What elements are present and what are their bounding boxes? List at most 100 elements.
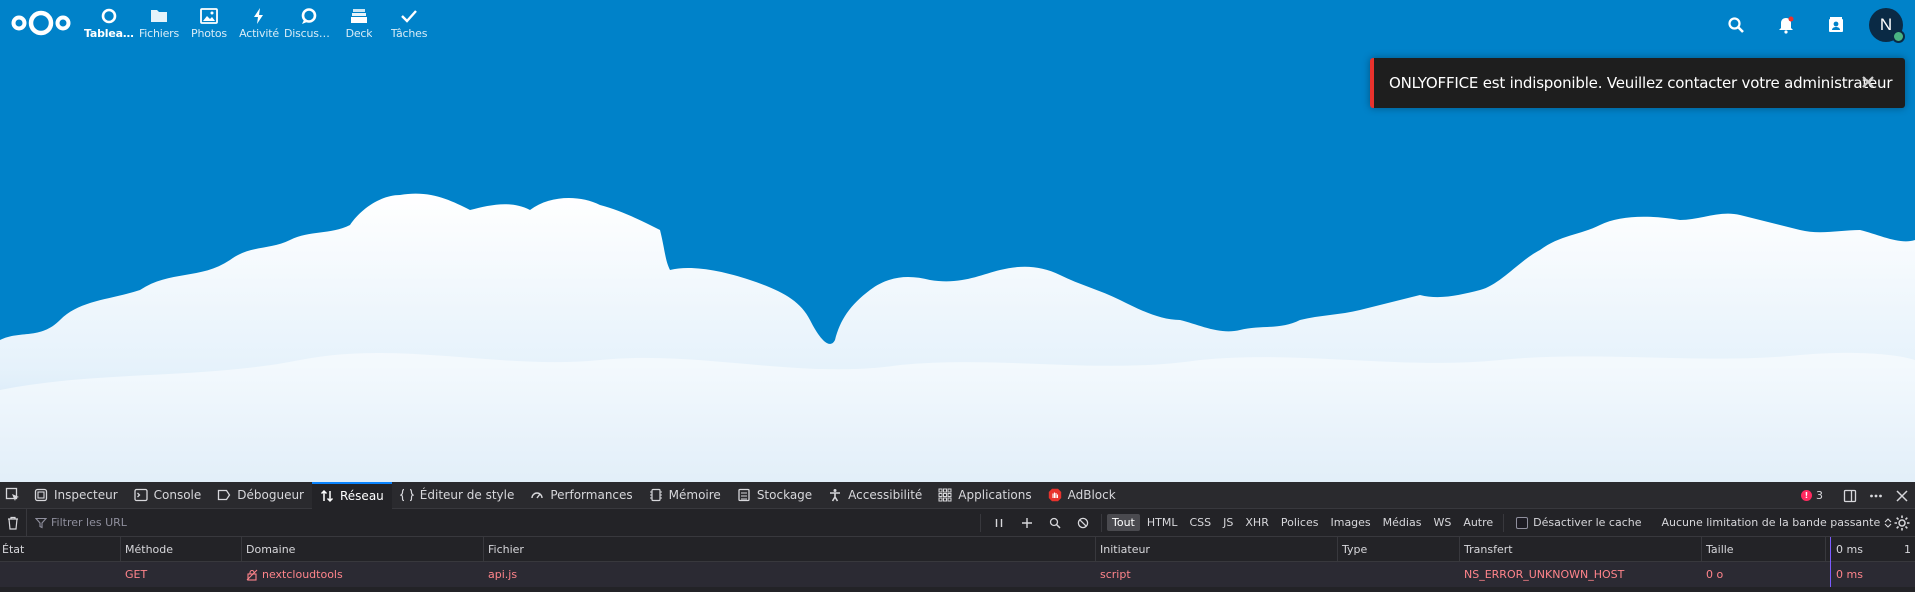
type-filter-js[interactable]: JS xyxy=(1218,514,1238,531)
search-button[interactable] xyxy=(1711,3,1761,47)
type-filter-html[interactable]: HTML xyxy=(1142,514,1183,531)
app-deck[interactable]: Deck xyxy=(334,0,384,50)
divider xyxy=(1101,513,1102,532)
accessibility-icon xyxy=(830,489,841,502)
search-button[interactable] xyxy=(1041,509,1069,537)
column-header-transfer[interactable]: Transfert xyxy=(1460,536,1702,562)
type-filter-all[interactable]: Tout xyxy=(1107,514,1140,531)
tab-label: AdBlock xyxy=(1067,488,1116,502)
cell-method: GET xyxy=(125,568,148,581)
error-count: 3 xyxy=(1816,489,1823,502)
app-label: Tableau... xyxy=(84,27,134,40)
more-icon xyxy=(1870,494,1882,497)
cell-initiator[interactable]: script xyxy=(1096,562,1338,587)
app-talk[interactable]: Discuss... xyxy=(284,0,334,50)
gear-icon[interactable] xyxy=(1893,514,1911,532)
tab-performance[interactable]: Performances xyxy=(522,482,640,509)
type-filter-images[interactable]: Images xyxy=(1325,514,1375,531)
tab-storage[interactable]: Stockage xyxy=(729,482,820,509)
contacts-icon xyxy=(1829,17,1843,32)
filter-icon xyxy=(35,517,47,528)
type-filter-xhr[interactable]: XHR xyxy=(1240,514,1273,531)
domain-text: nextcloudtools xyxy=(262,568,343,581)
nextcloud-logo[interactable] xyxy=(10,8,72,38)
type-filter-other[interactable]: Autre xyxy=(1458,514,1498,531)
disable-cache-toggle[interactable]: Désactiver le cache xyxy=(1516,516,1642,529)
user-avatar[interactable]: N xyxy=(1869,8,1905,43)
block-button[interactable] xyxy=(1069,509,1097,537)
tab-console[interactable]: Console xyxy=(126,482,210,509)
column-header-type[interactable]: Type xyxy=(1338,536,1460,562)
waterfall-marker xyxy=(1830,562,1831,587)
tab-adblock[interactable]: AdBlock xyxy=(1040,482,1124,509)
column-header-domain[interactable]: Domaine xyxy=(242,536,484,562)
column-header-initiator[interactable]: Initiateur xyxy=(1096,536,1338,562)
app-photos[interactable]: Photos xyxy=(184,0,234,50)
type-filter-ws[interactable]: WS xyxy=(1428,514,1456,531)
notifications-button[interactable] xyxy=(1761,3,1811,47)
divider xyxy=(1503,513,1505,532)
app-dashboard[interactable]: Tableau... xyxy=(84,0,134,50)
url-filter-input[interactable] xyxy=(51,516,751,529)
throttle-select[interactable]: Aucune limitation de la bande passante xyxy=(1662,516,1893,529)
talk-icon xyxy=(301,8,317,24)
app-tasks[interactable]: Tâches xyxy=(384,0,434,50)
applications-icon xyxy=(938,488,952,502)
insecure-icon xyxy=(246,569,258,581)
tab-label: Console xyxy=(153,488,202,502)
tab-inspector[interactable]: Inspecteur xyxy=(26,482,126,509)
cell-type xyxy=(1338,562,1460,587)
column-header-status[interactable]: État xyxy=(0,536,121,562)
tab-memory[interactable]: Mémoire xyxy=(641,482,729,509)
tab-style-editor[interactable]: Éditeur de style xyxy=(392,482,523,509)
network-icon xyxy=(320,489,334,503)
app-label: Discuss... xyxy=(284,27,334,40)
tab-label: Stockage xyxy=(756,488,813,502)
header-right: N xyxy=(1711,0,1915,50)
network-toolbar: Tout HTML CSS JS XHR Polices Images Médi… xyxy=(0,508,1915,537)
type-filter-css[interactable]: CSS xyxy=(1185,514,1217,531)
close-icon xyxy=(1896,489,1908,502)
chevron-updown-icon xyxy=(1884,517,1892,528)
disable-cache-label: Désactiver le cache xyxy=(1533,516,1642,529)
column-header-file[interactable]: Fichier xyxy=(484,536,1096,562)
type-filter-media[interactable]: Médias xyxy=(1378,514,1427,531)
more-options-button[interactable] xyxy=(1863,482,1889,509)
column-header-waterfall[interactable]: 0 ms 1 xyxy=(1826,536,1915,562)
table-row[interactable]: GET nextcloudtools api.js script NS_ERRO… xyxy=(0,562,1915,587)
close-icon[interactable] xyxy=(1859,73,1877,91)
column-header-size[interactable]: Taille xyxy=(1702,536,1826,562)
close-devtools-button[interactable] xyxy=(1889,482,1915,509)
debugger-icon xyxy=(218,489,231,501)
app-label: Fichiers xyxy=(138,27,180,40)
throttle-label: Aucune limitation de la bande passante xyxy=(1661,516,1881,529)
tab-accessibility[interactable]: Accessibilité xyxy=(820,482,930,509)
tab-label: Mémoire xyxy=(668,488,721,502)
app-files[interactable]: Fichiers xyxy=(134,0,184,50)
cell-domain: nextcloudtools xyxy=(242,562,484,587)
block-icon xyxy=(1077,517,1089,528)
devtools-right-controls: ! 3 xyxy=(1801,482,1915,509)
tab-debugger[interactable]: Débogueur xyxy=(209,482,312,509)
check-icon xyxy=(401,10,417,23)
pause-button[interactable] xyxy=(985,509,1013,537)
disable-cache-checkbox[interactable] xyxy=(1516,516,1529,529)
tab-applications[interactable]: Applications xyxy=(930,482,1039,509)
tab-network[interactable]: Réseau xyxy=(312,481,392,509)
storage-icon xyxy=(738,488,750,502)
element-picker-button[interactable] xyxy=(0,482,26,509)
plus-icon xyxy=(1022,517,1032,528)
app-label: Deck xyxy=(345,27,373,40)
tab-label: Débogueur xyxy=(237,488,304,502)
console-icon xyxy=(133,488,148,502)
contacts-button[interactable] xyxy=(1811,3,1861,47)
table-header: État Méthode Domaine Fichier Initiateur … xyxy=(0,536,1915,562)
type-filter-fonts[interactable]: Polices xyxy=(1276,514,1324,531)
add-button[interactable] xyxy=(1013,509,1041,537)
notifications-icon xyxy=(1779,16,1794,34)
error-counter[interactable]: ! 3 xyxy=(1801,489,1823,502)
clear-button[interactable] xyxy=(0,516,26,530)
app-activity[interactable]: Activité xyxy=(234,0,284,50)
dock-toggle-button[interactable] xyxy=(1837,482,1863,509)
column-header-method[interactable]: Méthode xyxy=(121,536,242,562)
